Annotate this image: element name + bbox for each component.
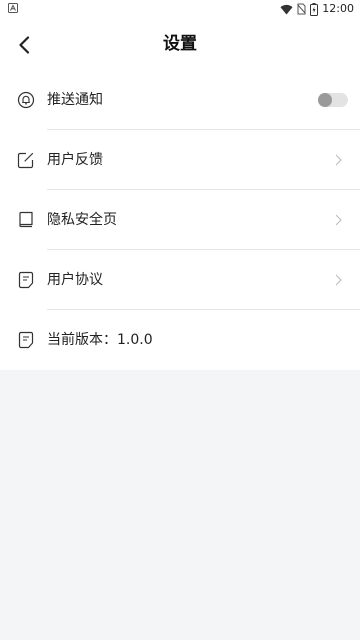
chevron-right-icon [335,214,342,226]
settings-item-privacy[interactable]: 隐私安全页 [0,190,360,250]
status-time: 12:00 [322,2,354,15]
settings-item-label: 用户协议 [47,272,103,288]
toggle-knob [318,93,332,107]
book-icon [19,211,33,228]
settings-item-label: 隐私安全页 [47,212,117,228]
settings-item-user-agreement[interactable]: 用户协议 [0,250,360,310]
chevron-right-icon [335,154,342,166]
settings-item-push-notifications: 推送通知 [0,70,360,130]
page-title: 设置 [163,34,197,54]
battery-icon [310,2,319,16]
settings-item-version: 当前版本：1.0.0 [0,310,360,370]
status-icons: 12:00 [280,2,354,16]
document-icon [18,331,34,349]
settings-item-label: 用户反馈 [47,152,103,168]
settings-item-feedback[interactable]: 用户反馈 [0,130,360,190]
status-bar: 12:00 [0,0,360,18]
back-arrow-icon [19,36,30,54]
no-sim-icon [297,3,307,15]
settings-item-label: 推送通知 [47,92,103,108]
chevron-right-icon [335,274,342,286]
back-button[interactable] [10,31,38,59]
app-bar: 设置 [0,18,360,70]
version-label: 当前版本：1.0.0 [47,332,153,348]
push-notification-toggle[interactable] [318,93,348,107]
edit-icon [17,152,34,169]
wifi-icon [280,4,293,15]
settings-list: 推送通知 用户反馈 隐私安全页 用户协议 当前版本：1.0.0 [0,70,360,370]
notification-icon [8,3,18,13]
bell-icon [17,91,35,109]
document-icon [18,271,34,289]
